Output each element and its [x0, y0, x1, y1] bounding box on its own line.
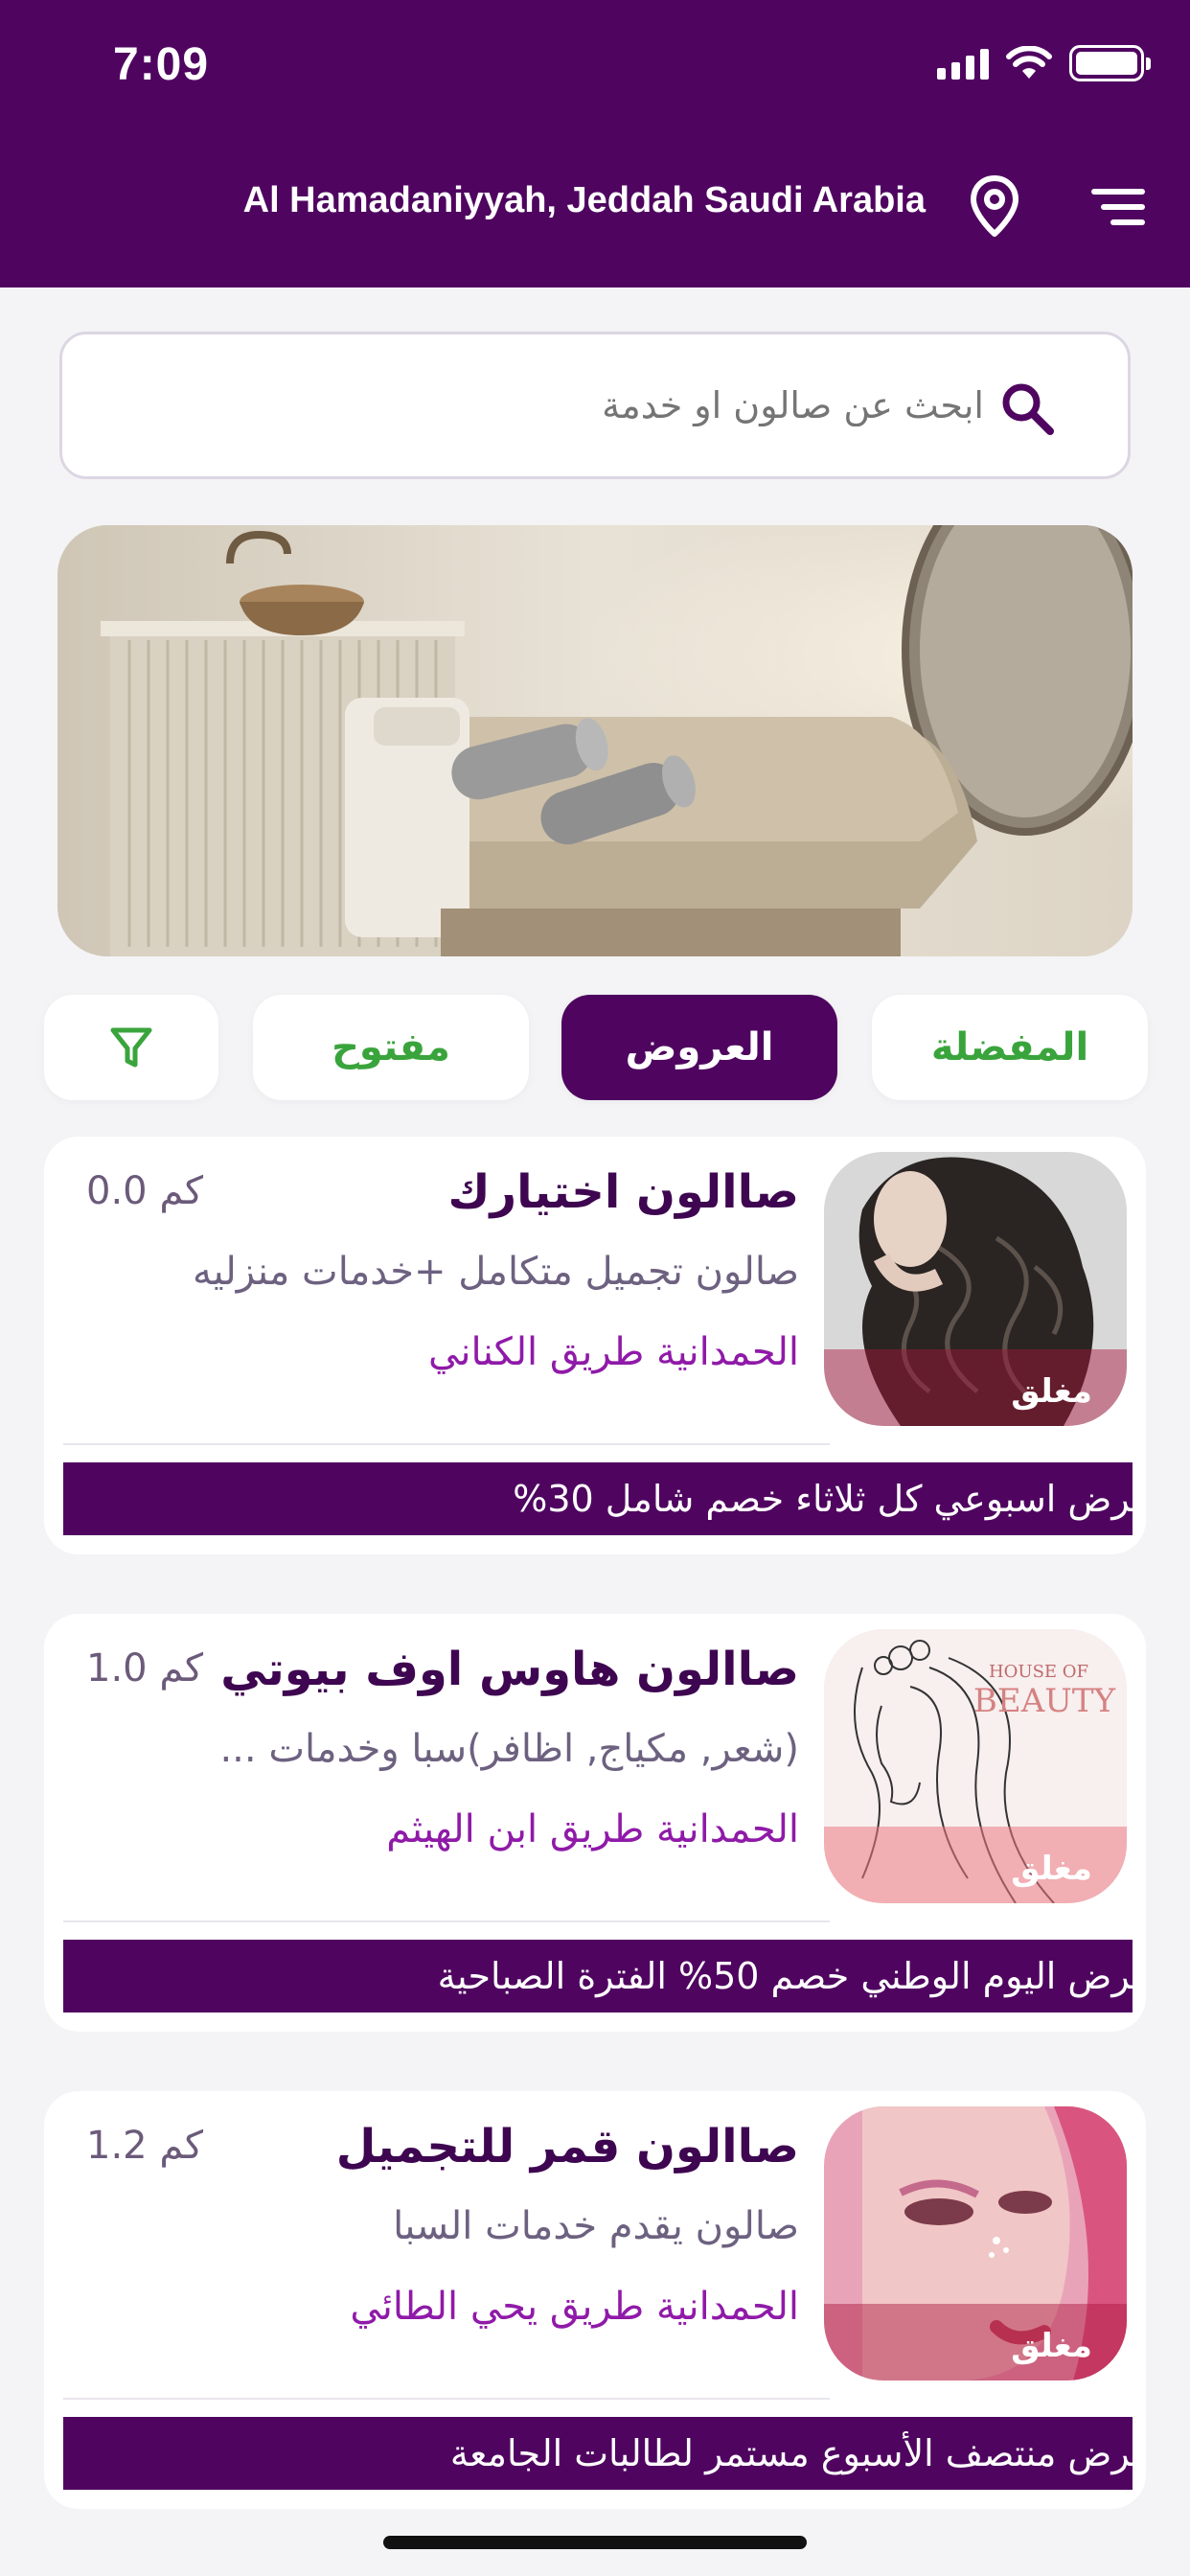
- offer-text: عرض منتصف الأسبوع مستمر لطالبات الجامعة: [449, 2432, 1133, 2474]
- menu-icon[interactable]: [1090, 186, 1146, 228]
- spa-room-illustration: [57, 525, 1133, 956]
- current-location[interactable]: Al Hamadaniyyah, Jeddah Saudi Arabia: [243, 180, 926, 221]
- salon-name[interactable]: صاالون هاوس اوف بيوتي: [220, 1643, 799, 1696]
- divider: [63, 1443, 830, 1445]
- battery-icon: [1069, 45, 1151, 81]
- offer-text: عرض اليوم الوطني خصم 50% الفترة الصباحية: [437, 1955, 1133, 1997]
- salon-image: مغلق: [824, 1152, 1127, 1426]
- salon-description: (شعر, مكياج, اظافر)سبا وخدمات ...: [219, 1727, 799, 1771]
- status-badge: مغلق: [1011, 1850, 1092, 1888]
- salon-name[interactable]: صاالون اختيارك: [447, 1165, 799, 1219]
- wifi-icon: [1006, 46, 1052, 79]
- search-input[interactable]: [217, 334, 984, 476]
- salon-image: مغلق: [824, 2106, 1127, 2380]
- logo-text-beauty: BEAUTY: [973, 1682, 1116, 1720]
- app-header: 7:09 Al Hamadaniyyah, Jeddah Saudi Arabi…: [0, 0, 1190, 288]
- divider: [63, 1920, 830, 1922]
- salon-card[interactable]: مغلق صاالون اختيارك 0.0 كم صالون تجميل م…: [44, 1137, 1146, 1554]
- salon-address: الحمدانية طريق ابن الهيثم: [386, 1807, 799, 1852]
- divider: [63, 2398, 830, 2400]
- salon-name[interactable]: صاالون قمر للتجميل: [336, 2120, 799, 2174]
- tab-offers[interactable]: العروض: [561, 995, 837, 1100]
- salon-distance: 1.2 كم: [86, 2124, 203, 2168]
- cellular-signal-icon: [937, 47, 989, 80]
- tab-open[interactable]: مفتوح: [253, 995, 529, 1100]
- location-pin-icon[interactable]: [964, 174, 1025, 238]
- salon-description: صالون تجميل متكامل +خدمات منزليه: [193, 1250, 799, 1294]
- offer-banner[interactable]: عرض اليوم الوطني خصم 50% الفترة الصباحية: [63, 1940, 1133, 2012]
- salon-distance: 1.0 كم: [86, 1646, 203, 1690]
- salon-card[interactable]: مغلق صاالون قمر للتجميل 1.2 كم صالون يقد…: [44, 2091, 1146, 2509]
- salon-image: HOUSE OF BEAUTY مغلق: [824, 1629, 1127, 1903]
- search-bar[interactable]: [59, 332, 1131, 479]
- status-icons: [937, 44, 1151, 82]
- promo-banner-image[interactable]: [57, 525, 1133, 956]
- search-icon[interactable]: [999, 380, 1055, 436]
- filter-button[interactable]: [44, 995, 218, 1100]
- status-time: 7:09: [113, 39, 210, 90]
- status-badge: مغلق: [1011, 2327, 1092, 2365]
- salon-card[interactable]: HOUSE OF BEAUTY مغلق صاالون هاوس اوف بيو…: [44, 1614, 1146, 2032]
- salon-address: الحمدانية طريق الكناني: [428, 1330, 799, 1374]
- salon-distance: 0.0 كم: [86, 1169, 203, 1213]
- filter-icon: [110, 1027, 152, 1068]
- logo-text-house-of: HOUSE OF: [989, 1662, 1088, 1682]
- home-indicator: [383, 2536, 807, 2549]
- offer-text: عرض اسبوعي كل ثلاثاء خصم شامل 30%: [513, 1478, 1133, 1520]
- offer-banner[interactable]: عرض اسبوعي كل ثلاثاء خصم شامل 30%: [63, 1462, 1133, 1535]
- salon-description: صالون يقدم خدمات السبا: [393, 2204, 799, 2248]
- status-badge: مغلق: [1011, 1372, 1092, 1411]
- offer-banner[interactable]: عرض منتصف الأسبوع مستمر لطالبات الجامعة: [63, 2417, 1133, 2490]
- salon-address: الحمدانية طريق يحي الطائي: [350, 2285, 799, 2329]
- tab-favorites[interactable]: المفضلة: [872, 995, 1148, 1100]
